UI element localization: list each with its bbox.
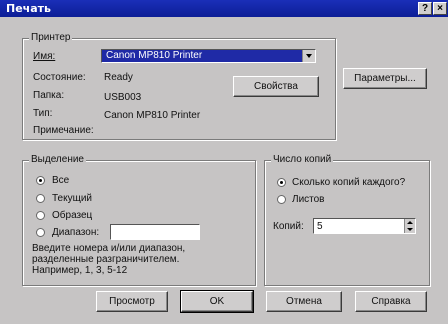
printer-group-label: Принтер — [29, 32, 73, 43]
printer-name-value: Canon MP810 Printer — [106, 50, 203, 61]
printer-status-value: Ready — [104, 72, 133, 83]
printer-folder-label: Папка: — [33, 90, 65, 101]
printer-name-select[interactable]: Canon MP810 Printer — [101, 49, 316, 63]
radio-range[interactable] — [36, 228, 45, 237]
close-title-button[interactable]: × — [433, 2, 447, 15]
printer-type-value: Canon MP810 Printer — [104, 110, 201, 121]
copies-group-label: Число копий — [271, 154, 334, 165]
printer-status-label: Состояние: — [33, 72, 86, 83]
radio-copies-each[interactable] — [277, 178, 286, 187]
radio-all[interactable] — [36, 176, 45, 185]
printer-name-label: Имя: — [33, 51, 56, 62]
help-button[interactable]: Справка — [355, 291, 427, 312]
copies-stepper[interactable]: 5 — [313, 218, 416, 234]
range-input[interactable] — [110, 224, 200, 240]
selection-group-label: Выделение — [29, 154, 86, 165]
radio-sample[interactable] — [36, 211, 45, 220]
chevron-down-icon[interactable] — [302, 50, 315, 62]
range-help-line: разделенные разграничителем. — [32, 254, 180, 265]
radio-all-label[interactable]: Все — [52, 175, 69, 186]
radio-current-label[interactable]: Текущий — [52, 193, 92, 204]
properties-button[interactable]: Свойства — [233, 76, 319, 97]
range-help-line: Введите номера и/или диапазон, — [32, 243, 186, 254]
range-help-line: Например, 1, 3, 5-12 — [32, 265, 128, 276]
stepper-arrows-icon[interactable] — [404, 219, 415, 233]
parameters-button[interactable]: Параметры... — [343, 68, 427, 89]
range-help-text: Введите номера и/или диапазон, разделенн… — [32, 243, 222, 276]
radio-copies-each-label[interactable]: Сколько копий каждого? — [292, 177, 405, 188]
copies-label: Копий: — [273, 221, 304, 232]
preview-button[interactable]: Просмотр — [96, 291, 168, 312]
printer-comment-label: Примечание: — [33, 125, 94, 136]
radio-sheets-label[interactable]: Листов — [292, 194, 325, 205]
title-bar: Печать ? × — [0, 0, 448, 17]
cancel-button[interactable]: Отмена — [266, 291, 342, 312]
radio-sheets[interactable] — [277, 195, 286, 204]
radio-range-label[interactable]: Диапазон: — [52, 227, 99, 238]
radio-current[interactable] — [36, 194, 45, 203]
radio-sample-label[interactable]: Образец — [52, 210, 92, 221]
printer-type-label: Тип: — [33, 108, 53, 119]
copies-value: 5 — [317, 221, 323, 232]
printer-folder-value: USB003 — [104, 92, 142, 103]
ok-button[interactable]: OK — [180, 290, 254, 313]
help-title-button[interactable]: ? — [418, 2, 432, 15]
window-title: Печать — [6, 2, 51, 15]
